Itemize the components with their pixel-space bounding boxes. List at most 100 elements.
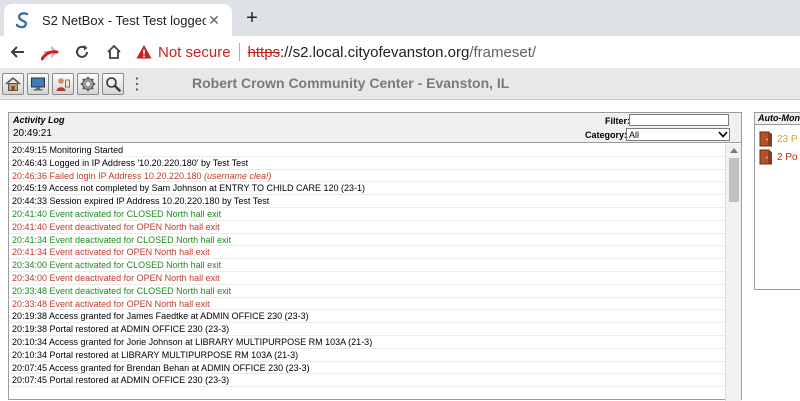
log-row-time: 20:33:48 xyxy=(12,298,48,309)
home-tool-button[interactable] xyxy=(2,72,24,95)
scroll-up-arrow-icon[interactable] xyxy=(726,144,741,156)
log-row-time: 20:45:19 xyxy=(12,183,48,194)
log-row[interactable]: 20:34:00 Event activated for CLOSED Nort… xyxy=(9,259,725,272)
log-row-time: 20:41:34 xyxy=(12,247,48,258)
log-row[interactable]: 20:41:40 Event activated for CLOSED Nort… xyxy=(9,208,725,221)
filter-label: Filter: xyxy=(605,116,631,126)
log-row-time: 20:34:00 xyxy=(12,272,48,283)
forward-button[interactable] xyxy=(36,38,64,66)
log-row[interactable]: 20:07:45 Portal restored at ADMIN OFFICE… xyxy=(9,374,725,388)
auto-monitor-item-text: 23 P xyxy=(777,133,798,145)
url-text[interactable]: https://s2.local.cityofevanston.org/fram… xyxy=(248,44,536,61)
log-row-note: (username clea!) xyxy=(201,170,272,181)
log-row[interactable]: 20:33:48 Event activated for OPEN North … xyxy=(9,298,725,311)
log-row-message: Event deactivated for OPEN North hall ex… xyxy=(47,272,220,283)
person-icon xyxy=(56,77,70,91)
settings-tool-button[interactable] xyxy=(77,72,99,95)
monitor-tool-button[interactable] xyxy=(27,72,49,95)
log-row[interactable]: 20:49:15 Monitoring Started xyxy=(9,144,725,157)
log-row-time: 20:49:15 xyxy=(12,145,48,155)
log-row[interactable]: 20:41:40 Event deactivated for OPEN Nort… xyxy=(9,221,725,234)
activity-log-clock: 20:49:21 xyxy=(13,128,52,139)
log-row-message: Event activated for OPEN North hall exit xyxy=(47,247,210,258)
log-row-message: Portal restored at ADMIN OFFICE 230 (23-… xyxy=(47,324,230,335)
back-arrow-icon xyxy=(10,46,24,58)
log-row[interactable]: 20:19:38 Portal restored at ADMIN OFFICE… xyxy=(9,323,725,336)
log-row-message: Event deactivated for OPEN North hall ex… xyxy=(47,221,220,232)
monitor-icon xyxy=(31,77,45,90)
log-row-message: Session expired IP Address 10.20.220.180… xyxy=(47,196,270,207)
search-tool-button[interactable] xyxy=(102,72,124,95)
gear-icon xyxy=(80,76,96,91)
log-row-message: Access granted for Jorie Johnson at LIBR… xyxy=(47,336,373,347)
auto-monitor-panel: Auto-Mon 23 P 2 Po xyxy=(754,112,800,290)
site-title: Robert Crown Community Center - Evanston… xyxy=(192,75,510,91)
log-row[interactable]: 20:07:45 Access granted for Brendan Beha… xyxy=(9,362,725,375)
log-row-message: Portal restored at LIBRARY MULTIPURPOSE … xyxy=(47,349,299,360)
category-label: Category: xyxy=(585,130,628,140)
category-select[interactable]: All xyxy=(626,128,730,141)
url-path: /frameset/ xyxy=(469,43,537,61)
new-tab-button[interactable]: + xyxy=(240,6,264,30)
log-row-message: Event activated for OPEN North hall exit xyxy=(47,298,210,309)
log-row-message: Failed login IP Address 10.20.220.180 xyxy=(47,170,202,181)
auto-monitor-item[interactable]: 2 Po xyxy=(759,149,798,165)
log-row[interactable]: 20:10:34 Access granted for Jorie Johnso… xyxy=(9,336,725,349)
activity-log-panel: Activity Log 20:49:21 Filter: Category: … xyxy=(8,112,742,401)
home-icon xyxy=(5,76,21,91)
log-row[interactable]: 20:41:34 Event deactivated for CLOSED No… xyxy=(9,234,725,247)
log-row[interactable]: 20:41:34 Event activated for OPEN North … xyxy=(9,246,725,260)
back-button[interactable] xyxy=(4,38,32,66)
activity-log-scrollbar[interactable] xyxy=(725,144,741,401)
warning-triangle-icon xyxy=(136,45,152,59)
auto-monitor-item[interactable]: 23 P xyxy=(759,131,798,147)
tab-title: S2 NetBox - Test Test logged in xyxy=(42,12,206,28)
activity-log-header: Activity Log 20:49:21 Filter: Category: … xyxy=(9,113,741,143)
log-row-time: 20:07:45 xyxy=(12,375,48,386)
filter-input[interactable] xyxy=(629,114,729,126)
people-tool-button[interactable] xyxy=(52,72,74,95)
browser-toolbar: Not secure https://s2.local.cityofevanst… xyxy=(0,36,800,68)
log-row[interactable]: 20:46:36 Failed login IP Address 10.20.2… xyxy=(9,170,725,183)
activity-log-list[interactable]: 20:49:15 Monitoring Started 20:46:43 Logg… xyxy=(9,144,725,401)
log-row[interactable]: 20:10:34 Portal restored at LIBRARY MULT… xyxy=(9,349,725,362)
browser-tab[interactable]: S2 NetBox - Test Test logged in ✕ xyxy=(4,4,232,36)
search-icon xyxy=(106,76,121,92)
log-row-time: 20:10:34 xyxy=(12,349,48,360)
log-row[interactable]: 20:44:33 Session expired IP Address 10.2… xyxy=(9,195,725,208)
log-row-time: 20:46:36 xyxy=(12,170,48,181)
log-row[interactable]: 20:46:43 Logged in IP Address '10.20.220… xyxy=(9,157,725,170)
log-row-message: Event deactivated for CLOSED North hall … xyxy=(47,285,232,296)
log-row[interactable]: 20:45:19 Access not completed by Sam Joh… xyxy=(9,182,725,196)
log-row-time: 20:19:38 xyxy=(12,324,48,335)
scroll-thumb[interactable] xyxy=(729,158,739,202)
address-bar[interactable]: Not secure https://s2.local.cityofevanst… xyxy=(128,38,800,66)
log-row[interactable]: 20:34:00 Event deactivated for OPEN Nort… xyxy=(9,272,725,285)
reload-icon xyxy=(76,45,88,58)
app-toolbar: ⋮ Robert Crown Community Center - Evanst… xyxy=(0,68,800,100)
log-row-time: 20:19:38 xyxy=(12,311,48,322)
log-row-time: 20:41:40 xyxy=(12,221,48,232)
netbox-app: ⋮ Robert Crown Community Center - Evanst… xyxy=(0,68,800,401)
omnibox-separator xyxy=(238,43,240,61)
log-row-time: 20:41:40 xyxy=(12,208,48,219)
url-host: ://s2.local.cityofevanston.org xyxy=(280,43,470,61)
tab-close-icon[interactable]: ✕ xyxy=(206,12,222,28)
forward-arrow-icon xyxy=(41,46,59,61)
door-icon xyxy=(759,149,772,165)
netbox-favicon-icon xyxy=(14,11,32,29)
chevron-down-icon xyxy=(717,129,729,140)
log-row[interactable]: 20:33:48 Event deactivated for CLOSED No… xyxy=(9,285,725,298)
log-row-time: 20:44:33 xyxy=(12,196,48,207)
log-row-message: Access not completed by Sam Johnson at E… xyxy=(47,183,366,194)
home-button[interactable] xyxy=(100,38,128,66)
log-row[interactable]: 20:19:38 Access granted for James Faedtk… xyxy=(9,310,725,324)
log-row-message: Access granted for Brendan Behan at ADMI… xyxy=(47,362,310,373)
not-secure-label[interactable]: Not secure xyxy=(158,44,231,61)
more-options-icon[interactable]: ⋮ xyxy=(129,73,145,95)
reload-button[interactable] xyxy=(68,38,96,66)
log-row-message: Monitoring Started xyxy=(47,145,124,155)
activity-log-title: Activity Log xyxy=(13,115,65,125)
url-scheme: https xyxy=(247,43,281,61)
browser-tabstrip: S2 NetBox - Test Test logged in ✕ + xyxy=(0,0,800,36)
